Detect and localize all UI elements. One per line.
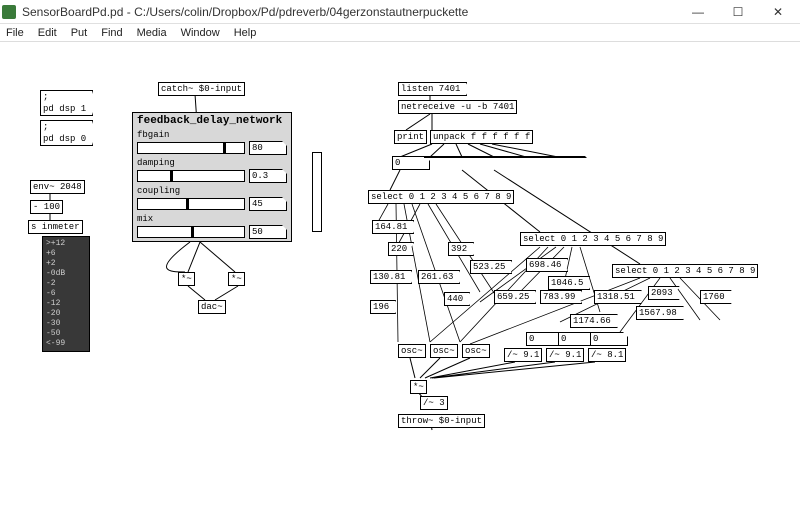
msg-a1[interactable]: 220 [388,242,414,256]
msg-a2[interactable]: 130.81 [370,270,412,284]
window-title: SensorBoardPd.pd - C:/Users/colin/Dropbo… [22,5,678,19]
msg-a0[interactable]: 164.81 [372,220,414,234]
label-coupling: coupling [133,185,291,197]
obj-mult-sum[interactable]: *~ [410,380,427,394]
patch-canvas[interactable]: ; pd dsp 1 ; pd dsp 0 env~ 2048 - 100 s … [0,42,800,509]
obj-send-inmeter[interactable]: s inmeter [28,220,83,234]
label-fbgain: fbgain [133,129,291,141]
slider-damping[interactable] [137,170,245,182]
menubar: File Edit Put Find Media Window Help [0,24,800,42]
num-fbgain[interactable]: 80 [249,141,287,155]
obj-print[interactable]: print [394,130,427,144]
gop-fdn[interactable]: feedback_delay_network fbgain 80 damping… [132,112,292,242]
menu-window[interactable]: Window [181,27,220,39]
num-u5[interactable] [552,156,590,158]
num-u0[interactable]: 0 [392,156,430,170]
num-coupling[interactable]: 45 [249,197,287,211]
minimize-button[interactable]: — [678,1,718,23]
obj-dac[interactable]: dac~ [198,300,226,314]
msg-c1[interactable]: 1046.5 [548,276,590,290]
obj-minus100[interactable]: - 100 [30,200,63,214]
vu-meter: >+12+6+2 -0dB-2-6 -12-20-30 -50<-99 [42,236,90,352]
num-mix[interactable]: 50 [249,225,287,239]
obj-div3[interactable]: /~ 3 [420,396,448,410]
window-buttons: — ☐ ✕ [678,1,798,23]
titlebar: SensorBoardPd.pd - C:/Users/colin/Dropbo… [0,0,800,24]
obj-throw[interactable]: throw~ $0-input [398,414,485,428]
obj-unpack[interactable]: unpack f f f f f f [430,130,533,144]
obj-osc-3[interactable]: osc~ [462,344,490,358]
obj-netreceive[interactable]: netreceive -u -b 7401 [398,100,517,114]
msg-b0[interactable]: 392 [448,242,474,256]
obj-div-3[interactable]: /~ 8.1 [588,348,626,362]
obj-select-a[interactable]: select 0 1 2 3 4 5 6 7 8 9 [368,190,514,204]
msg-b3[interactable]: 440 [444,292,470,306]
menu-help[interactable]: Help [234,27,257,39]
gop-title: feedback_delay_network [133,113,291,129]
obj-env[interactable]: env~ 2048 [30,180,85,194]
menu-find[interactable]: Find [101,27,122,39]
obj-osc-2[interactable]: osc~ [430,344,458,358]
msg-d3[interactable]: 1760 [700,290,732,304]
msg-a3[interactable]: 196 [370,300,396,314]
msg-c3[interactable]: 783.99 [540,290,582,304]
menu-edit[interactable]: Edit [38,27,57,39]
msg-listen[interactable]: listen 7401 [398,82,467,96]
slider-fbgain[interactable] [137,142,245,154]
num-damping[interactable]: 0.3 [249,169,287,183]
vslider-aux[interactable] [312,152,322,232]
close-button[interactable]: ✕ [758,1,798,23]
obj-div-2[interactable]: /~ 9.1 [546,348,584,362]
msg-dsp-1[interactable]: ; pd dsp 1 [40,90,93,116]
obj-select-b[interactable]: select 0 1 2 3 4 5 6 7 8 9 [520,232,666,246]
label-mix: mix [133,213,291,225]
menu-put[interactable]: Put [71,27,88,39]
msg-c0[interactable]: 698.46 [526,258,568,272]
msg-c2[interactable]: 659.25 [494,290,536,304]
obj-div-1[interactable]: /~ 9.1 [504,348,542,362]
obj-select-c[interactable]: select 0 1 2 3 4 5 6 7 8 9 [612,264,758,278]
menu-media[interactable]: Media [137,27,167,39]
app-icon [2,5,16,19]
obj-mult-r[interactable]: *~ [228,272,245,286]
msg-d4[interactable]: 1567.98 [636,306,684,320]
msg-d0[interactable]: 2093 [648,286,680,300]
num-mid3[interactable]: 0 [590,332,628,346]
obj-osc-1[interactable]: osc~ [398,344,426,358]
obj-catch[interactable]: catch~ $0-input [158,82,245,96]
msg-b1[interactable]: 523.25 [470,260,512,274]
maximize-button[interactable]: ☐ [718,1,758,23]
msg-d2[interactable]: 1174.66 [570,314,618,328]
obj-mult-l[interactable]: *~ [178,272,195,286]
msg-d1[interactable]: 1318.51 [594,290,642,304]
slider-mix[interactable] [137,226,245,238]
label-damping: damping [133,157,291,169]
msg-b2[interactable]: 261.63 [418,270,460,284]
slider-coupling[interactable] [137,198,245,210]
menu-file[interactable]: File [6,27,24,39]
msg-dsp-0[interactable]: ; pd dsp 0 [40,120,93,146]
